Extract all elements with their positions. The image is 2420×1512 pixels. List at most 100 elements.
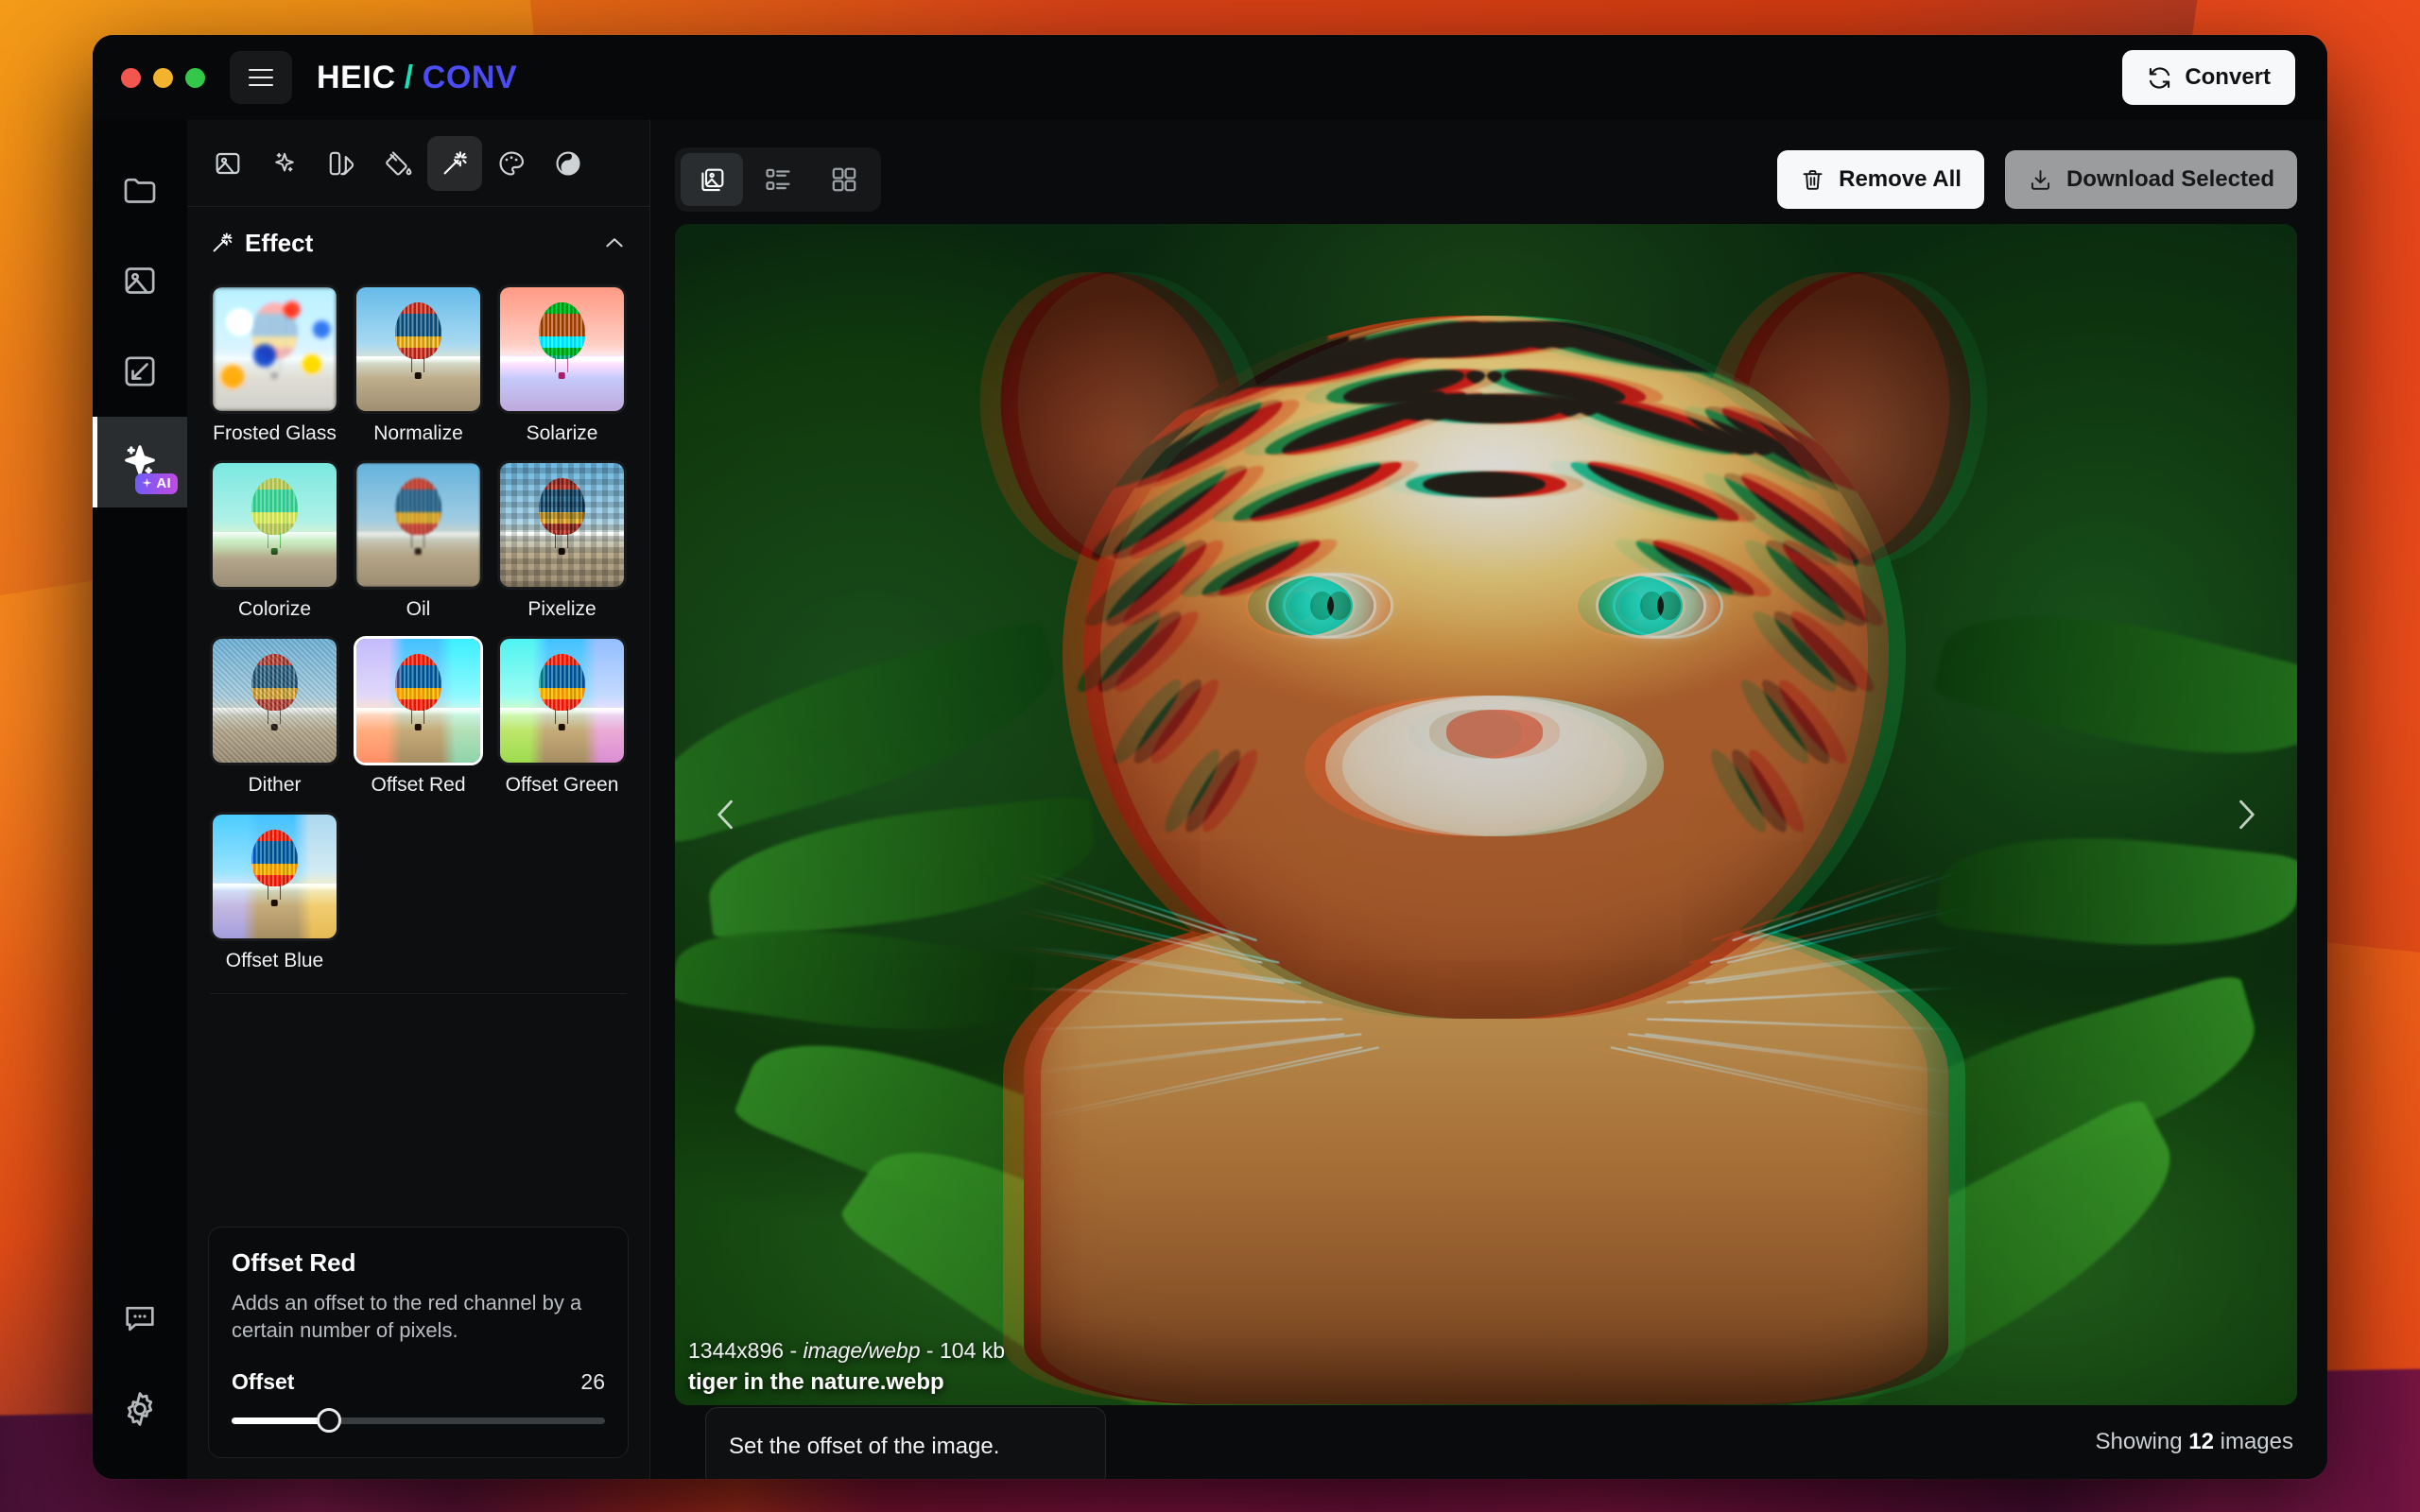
- tiger-stripe: [1098, 530, 1215, 635]
- effect-label: Normalize: [373, 422, 463, 444]
- tiger-head: [1083, 316, 1889, 1019]
- close-button[interactable]: [121, 67, 141, 88]
- tiger-eye-right: [1599, 576, 1703, 636]
- tab-effect[interactable]: [427, 135, 482, 191]
- effect-item-dither[interactable]: Dither: [210, 636, 339, 797]
- grid-icon: [829, 164, 859, 195]
- tiger-stripe: [1228, 450, 1406, 533]
- main-toolbar: Remove All Download Selected: [675, 141, 2297, 218]
- color-swatch-icon: [326, 148, 356, 179]
- trash-icon: [1800, 167, 1825, 193]
- brand-slash: /: [404, 59, 414, 95]
- effect-item-normalize[interactable]: Normalize: [354, 284, 483, 445]
- prev-image-button[interactable]: [700, 788, 752, 841]
- view-mode-grid[interactable]: [813, 153, 875, 206]
- sidebar-item-files[interactable]: [93, 145, 187, 235]
- balloon-thumbnail-scene: [213, 639, 337, 763]
- effect-label: Offset Blue: [225, 950, 324, 971]
- resize-icon: [121, 352, 159, 390]
- effect-item-frosted-glass[interactable]: Frosted Glass: [210, 284, 339, 445]
- hamburger-icon[interactable]: [230, 51, 292, 104]
- tiger-nose: [1429, 709, 1543, 759]
- balloon-thumbnail-scene: [356, 463, 480, 587]
- tab-fill[interactable]: [371, 136, 425, 191]
- tab-palette[interactable]: [484, 136, 539, 191]
- balloon-thumbnail-scene: [213, 463, 337, 587]
- convert-button[interactable]: Convert: [2122, 50, 2295, 105]
- sidebar-item-images[interactable]: [93, 235, 187, 326]
- meta-separator-2: -: [925, 1338, 940, 1363]
- balloon-thumbnail-scene: [356, 639, 480, 763]
- view-mode-carousel[interactable]: [681, 153, 743, 206]
- effect-label: Dither: [248, 774, 302, 796]
- effects-panel: Effect Frosted Glass Normalize Solarize Col…: [187, 120, 650, 1479]
- remove-all-label: Remove All: [1839, 166, 1962, 192]
- window-body: AI Effect Frosted Glass Normalize Solari…: [93, 120, 2327, 1479]
- view-mode-list[interactable]: [747, 153, 809, 206]
- effect-item-offset-green[interactable]: Offset Green: [497, 636, 627, 797]
- effect-section-header[interactable]: Effect: [187, 207, 649, 279]
- offset-slider-fill: [232, 1418, 329, 1424]
- magic-wand-icon: [440, 148, 470, 179]
- effect-item-offset-blue[interactable]: Offset Blue: [210, 812, 339, 972]
- panel-tab-strip: [187, 120, 649, 207]
- image-mime-type: image/webp: [803, 1338, 921, 1363]
- footer-suffix: images: [2220, 1429, 2293, 1454]
- effect-item-colorize[interactable]: Colorize: [210, 460, 339, 621]
- effect-label: Solarize: [526, 422, 598, 444]
- sidebar-item-settings[interactable]: [93, 1364, 187, 1454]
- ai-badge: AI: [135, 473, 178, 494]
- balloon-thumbnail-scene: [356, 287, 480, 411]
- tab-swatch[interactable]: [314, 136, 369, 191]
- balloon-thumbnail-scene: [500, 287, 624, 411]
- tiger-base-layer: [967, 242, 2005, 1404]
- effect-thumbnail: [354, 636, 483, 765]
- chevron-up-icon[interactable]: [602, 231, 627, 255]
- remove-all-button[interactable]: Remove All: [1777, 150, 1984, 209]
- download-selected-button[interactable]: Download Selected: [2004, 150, 2297, 209]
- tiger-stripe: [1724, 744, 1795, 838]
- effects-grid-wrapper: Frosted Glass Normalize Solarize Colorize Oi…: [187, 279, 649, 972]
- tiger-stripe: [1566, 450, 1744, 533]
- image-dimensions: 1344x896: [688, 1338, 785, 1363]
- app-window: HEIC / CONV Convert AI Effect Frosted Gl…: [93, 35, 2327, 1479]
- effect-thumbnail: [354, 284, 483, 414]
- tab-image[interactable]: [200, 136, 255, 191]
- effect-info-description: Adds an offset to the red channel by a c…: [232, 1290, 582, 1343]
- sidebar-item-resize[interactable]: [93, 326, 187, 417]
- effect-thumbnail: [354, 460, 483, 590]
- image-metadata-overlay: 1344x896 - image/webp - 104 kb tiger in …: [688, 1338, 1005, 1396]
- maximize-button[interactable]: [185, 67, 205, 88]
- sidebar-item-feedback[interactable]: [93, 1273, 187, 1364]
- image-file-size: 104 kb: [939, 1338, 1006, 1363]
- effect-item-solarize[interactable]: Solarize: [497, 284, 627, 445]
- effect-thumbnail: [497, 636, 627, 765]
- effect-item-offset-red[interactable]: Offset Red: [354, 636, 483, 797]
- contrast-icon: [553, 148, 583, 179]
- minimize-button[interactable]: [153, 67, 173, 88]
- offset-param-value: 26: [580, 1369, 605, 1394]
- main-content: Remove All Download Selected 1344x896 - …: [650, 120, 2327, 1479]
- tab-contrast[interactable]: [541, 136, 596, 191]
- app-logo: HEIC / CONV: [317, 60, 517, 96]
- gallery-icon: [697, 164, 727, 195]
- window-controls: [121, 67, 205, 88]
- offset-slider[interactable]: [232, 1408, 605, 1433]
- tiger-stripe: [1177, 744, 1248, 838]
- list-icon: [763, 164, 793, 195]
- ai-badge-label: AI: [156, 475, 171, 491]
- tab-enhance[interactable]: [257, 136, 312, 191]
- offset-param-row: Offset 26: [232, 1369, 605, 1395]
- tiger-stripe: [1405, 470, 1567, 499]
- sidebar-item-ai-effects[interactable]: AI: [93, 417, 187, 507]
- offset-slider-knob[interactable]: [316, 1408, 341, 1433]
- effect-item-pixelize[interactable]: Pixelize: [497, 460, 627, 621]
- convert-button-label: Convert: [2185, 64, 2271, 90]
- meta-separator-1: -: [789, 1338, 804, 1363]
- folder-icon: [121, 171, 159, 209]
- image-viewer[interactable]: 1344x896 - image/webp - 104 kb tiger in …: [675, 224, 2297, 1405]
- effect-item-oil[interactable]: Oil: [354, 460, 483, 621]
- slider-tooltip: Set the offset of the image.: [705, 1407, 1106, 1479]
- effect-thumbnail: [210, 284, 339, 414]
- next-image-button[interactable]: [2220, 788, 2273, 841]
